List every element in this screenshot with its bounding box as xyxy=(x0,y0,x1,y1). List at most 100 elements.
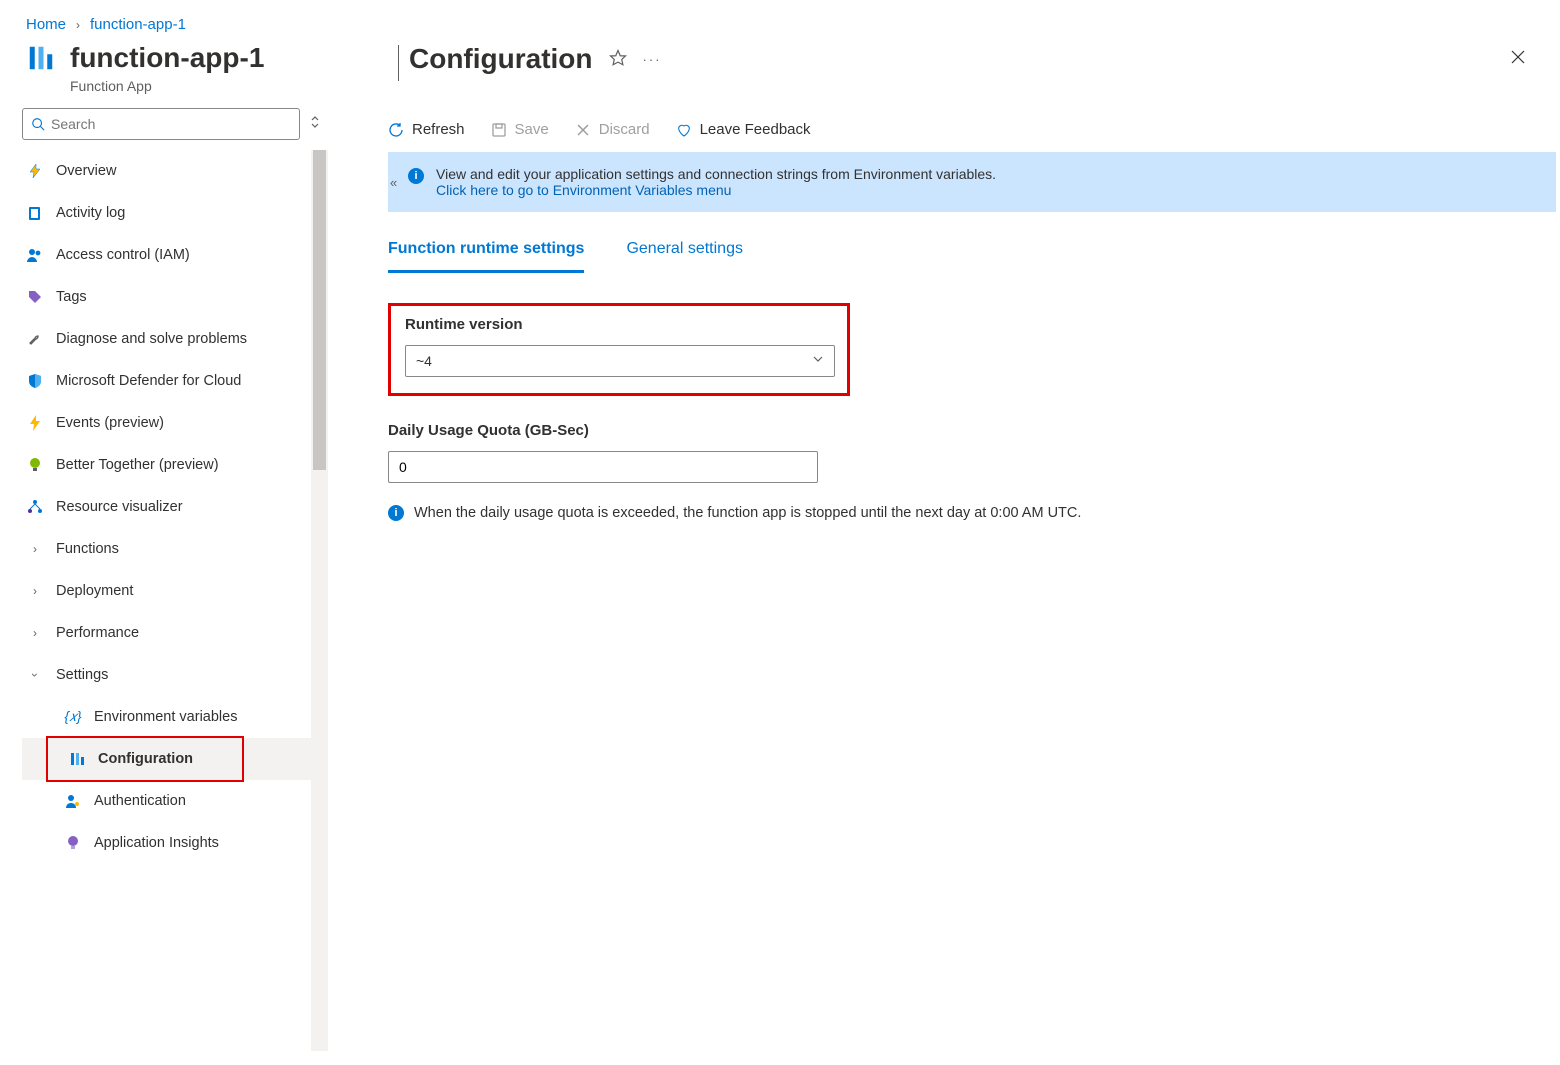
nav-label: Deployment xyxy=(56,583,133,599)
sidebar-search-input[interactable] xyxy=(51,116,291,132)
daily-quota-input-wrapper[interactable] xyxy=(388,451,818,483)
configuration-icon xyxy=(68,751,86,767)
tab-general-settings[interactable]: General settings xyxy=(626,240,743,273)
discard-icon xyxy=(575,122,591,138)
breadcrumb-home[interactable]: Home xyxy=(26,16,66,33)
banner-text: View and edit your application settings … xyxy=(436,166,996,182)
nav-label: Settings xyxy=(56,667,108,683)
nav-defender[interactable]: Microsoft Defender for Cloud xyxy=(22,360,328,402)
chevron-right-icon: › xyxy=(26,626,44,640)
nav-label: Environment variables xyxy=(94,709,237,725)
nav-activity-log[interactable]: Activity log xyxy=(22,192,328,234)
banner-link[interactable]: Click here to go to Environment Variable… xyxy=(436,182,731,198)
info-icon: i xyxy=(408,168,424,184)
chevron-right-icon: › xyxy=(76,18,80,32)
runtime-version-label: Runtime version xyxy=(405,316,833,333)
nav-tags[interactable]: Tags xyxy=(22,276,328,318)
config-tabs: Function runtime settings General settin… xyxy=(388,212,1560,273)
sidebar-scrollbar[interactable] xyxy=(311,150,328,1051)
nav-functions[interactable]: › Functions xyxy=(22,528,328,570)
refresh-label: Refresh xyxy=(412,121,465,138)
people-icon xyxy=(26,247,44,263)
chevron-right-icon: › xyxy=(26,542,44,556)
page-title: Configuration xyxy=(409,43,593,75)
nav-label: Functions xyxy=(56,541,119,557)
person-key-icon xyxy=(64,793,82,809)
info-icon: i xyxy=(388,505,404,521)
lightbulb-icon xyxy=(26,457,44,473)
visualizer-icon xyxy=(26,499,44,515)
discard-button: Discard xyxy=(575,121,650,138)
lightning-icon xyxy=(26,163,44,179)
chevron-down-icon xyxy=(812,353,824,368)
shield-icon xyxy=(26,373,44,389)
nav-application-insights[interactable]: Application Insights xyxy=(22,822,328,864)
nav-label: Diagnose and solve problems xyxy=(56,331,247,347)
chevron-right-icon: › xyxy=(26,584,44,598)
nav-label: Performance xyxy=(56,625,139,641)
save-button: Save xyxy=(491,121,549,138)
more-icon[interactable]: ··· xyxy=(643,52,662,67)
nav-resource-visualizer[interactable]: Resource visualizer xyxy=(22,486,328,528)
log-icon xyxy=(26,205,44,221)
nav-performance[interactable]: › Performance xyxy=(22,612,328,654)
nav-label: Access control (IAM) xyxy=(56,247,190,263)
nav-access-control[interactable]: Access control (IAM) xyxy=(22,234,328,276)
daily-quota-label: Daily Usage Quota (GB-Sec) xyxy=(388,422,1560,439)
search-icon xyxy=(31,117,45,131)
nav-label: Application Insights xyxy=(94,835,219,851)
favorite-star-icon[interactable] xyxy=(609,49,627,70)
nav-events[interactable]: Events (preview) xyxy=(22,402,328,444)
daily-quota-info: When the daily usage quota is exceeded, … xyxy=(414,505,1081,521)
nav-label: Configuration xyxy=(98,751,193,767)
nav-deployment[interactable]: › Deployment xyxy=(22,570,328,612)
sidebar-search[interactable] xyxy=(22,108,300,140)
nav-overview[interactable]: Overview xyxy=(22,150,328,192)
breadcrumb-resource[interactable]: function-app-1 xyxy=(90,16,186,33)
wrench-icon xyxy=(26,331,44,347)
nav-settings[interactable]: › Settings xyxy=(22,654,328,696)
breadcrumb: Home › function-app-1 xyxy=(0,0,1560,43)
nav-better-together[interactable]: Better Together (preview) xyxy=(22,444,328,486)
close-icon[interactable] xyxy=(1510,49,1526,70)
insights-icon xyxy=(64,835,82,851)
variable-icon: {𝑥} xyxy=(64,708,82,725)
save-icon xyxy=(491,122,507,138)
nav-authentication[interactable]: Authentication xyxy=(22,780,328,822)
resource-title: function-app-1 xyxy=(70,43,264,74)
nav-configuration[interactable]: Configuration xyxy=(22,738,328,780)
runtime-version-value: ~4 xyxy=(416,353,432,369)
nav-label: Overview xyxy=(56,163,116,179)
resource-type: Function App xyxy=(70,78,264,94)
daily-quota-input[interactable] xyxy=(399,459,807,475)
title-divider xyxy=(398,45,399,81)
nav-label: Activity log xyxy=(56,205,125,221)
info-banner: i View and edit your application setting… xyxy=(388,152,1556,212)
runtime-version-select[interactable]: ~4 xyxy=(405,345,835,377)
refresh-icon xyxy=(388,122,404,138)
function-app-icon xyxy=(26,43,56,76)
feedback-button[interactable]: Leave Feedback xyxy=(676,121,811,138)
command-bar: Refresh Save Discard Leave Feedback xyxy=(388,108,1560,152)
nav-label: Resource visualizer xyxy=(56,499,183,515)
tab-runtime-settings[interactable]: Function runtime settings xyxy=(388,240,584,273)
nav-label: Events (preview) xyxy=(56,415,164,431)
nav-label: Microsoft Defender for Cloud xyxy=(56,373,241,389)
expand-collapse-icon[interactable] xyxy=(310,115,320,132)
collapse-sidebar-icon[interactable]: « xyxy=(390,175,397,190)
nav-label: Authentication xyxy=(94,793,186,809)
discard-label: Discard xyxy=(599,121,650,138)
chevron-down-icon: › xyxy=(28,666,42,684)
lightning-icon xyxy=(26,415,44,431)
heart-icon xyxy=(676,122,692,138)
scrollbar-thumb[interactable] xyxy=(313,150,326,470)
save-label: Save xyxy=(515,121,549,138)
nav-label: Tags xyxy=(56,289,87,305)
nav-environment-variables[interactable]: {𝑥} Environment variables xyxy=(22,696,328,738)
feedback-label: Leave Feedback xyxy=(700,121,811,138)
tag-icon xyxy=(26,289,44,305)
sidebar-nav: Overview Activity log Access control (IA… xyxy=(22,150,328,1051)
daily-quota-group: Daily Usage Quota (GB-Sec) i When the da… xyxy=(388,422,1560,521)
nav-diagnose[interactable]: Diagnose and solve problems xyxy=(22,318,328,360)
refresh-button[interactable]: Refresh xyxy=(388,121,465,138)
